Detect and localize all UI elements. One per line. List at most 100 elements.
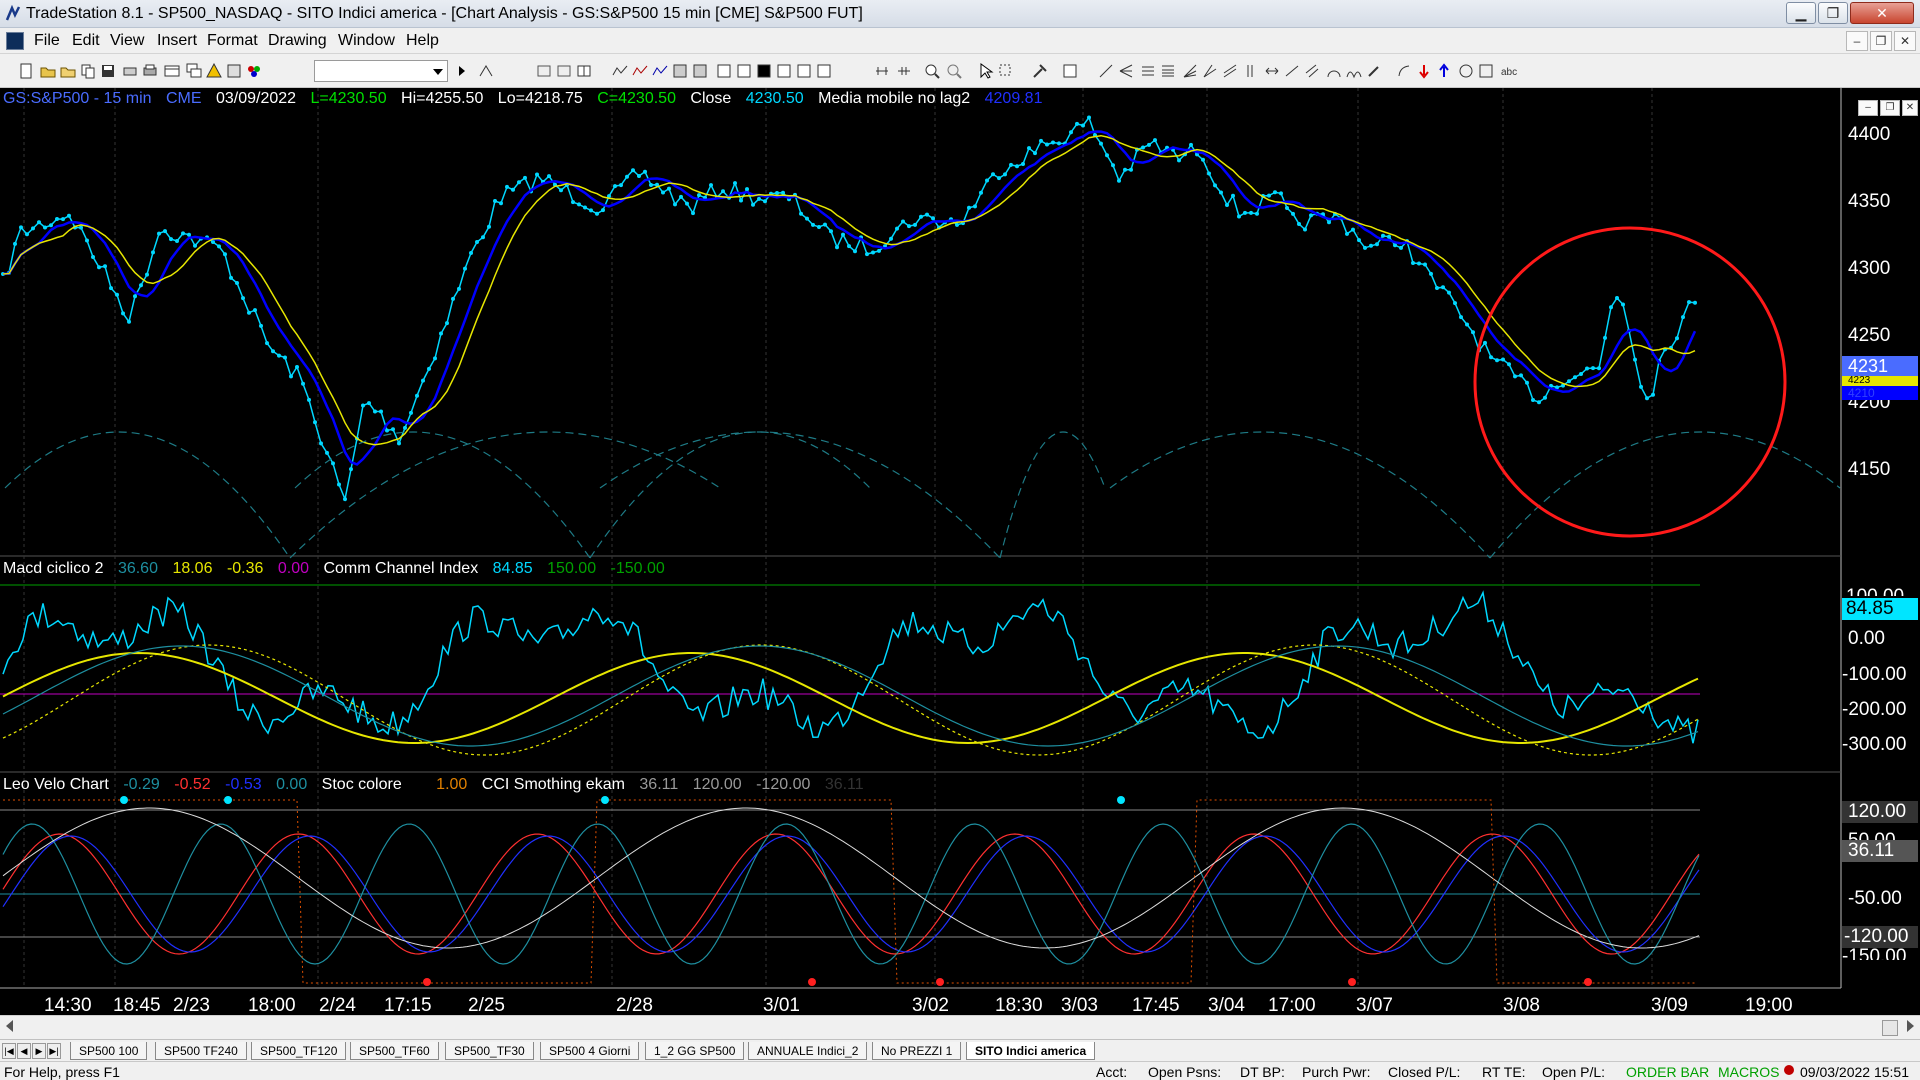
- print-preview-icon[interactable]: [122, 63, 138, 79]
- tab-sp500-tf240[interactable]: SP500 TF240: [155, 1042, 247, 1060]
- scroll-thumb[interactable]: [1882, 1020, 1898, 1036]
- menu-window[interactable]: Window: [338, 32, 395, 50]
- draw-line-icon[interactable]: [1098, 63, 1114, 79]
- vertical-line-icon[interactable]: [1242, 63, 1258, 79]
- drag-select-icon[interactable]: [998, 63, 1014, 79]
- chart-analysis-window[interactable]: GS:S&P500 - 15 min CME 03/09/2022 L=4230…: [0, 88, 1920, 1024]
- pointer-icon[interactable]: [978, 63, 994, 79]
- down-arrow-icon[interactable]: [1416, 63, 1432, 79]
- open-workspace-icon[interactable]: [60, 63, 76, 79]
- scroll-right-icon[interactable]: [1907, 1020, 1914, 1032]
- data-window-icon[interactable]: [716, 63, 732, 79]
- text-tool-icon[interactable]: abc: [1500, 63, 1520, 79]
- auto-drawing-icon[interactable]: [1062, 63, 1078, 79]
- radar-icon[interactable]: [736, 63, 752, 79]
- horizontal-scrollbar[interactable]: [0, 1015, 1920, 1039]
- copy-icon[interactable]: [80, 63, 96, 79]
- format-grid-icon[interactable]: [576, 63, 592, 79]
- horizontal-line-icon[interactable]: [1264, 63, 1280, 79]
- showme-icon[interactable]: [632, 63, 648, 79]
- tab-last-icon[interactable]: ▶|: [47, 1043, 61, 1059]
- menu-edit[interactable]: Edit: [72, 32, 100, 50]
- speed-lines-icon[interactable]: [1182, 63, 1198, 79]
- tab-next-icon[interactable]: ▶: [32, 1043, 46, 1059]
- parallel-lines-icon[interactable]: [1304, 63, 1320, 79]
- draw-pen-icon[interactable]: [1366, 63, 1382, 79]
- paintbar-icon[interactable]: [652, 63, 668, 79]
- menu-format[interactable]: Format: [207, 32, 258, 50]
- mdi-close-button[interactable]: ✕: [1894, 31, 1916, 51]
- bar-spacing-decrease-icon[interactable]: [896, 63, 912, 79]
- news-icon[interactable]: [796, 63, 812, 79]
- tab-sp500-tf60[interactable]: SP500_TF60: [350, 1042, 439, 1060]
- panel-restore-button[interactable]: ❐: [1880, 100, 1900, 116]
- zoom-in-icon[interactable]: [924, 63, 940, 79]
- up-arrow-icon[interactable]: [1436, 63, 1452, 79]
- format-bar-icon[interactable]: [536, 63, 552, 79]
- alert-icon[interactable]: [206, 63, 222, 79]
- tab-annuale-indici[interactable]: ANNUALE Indici_2: [748, 1042, 868, 1060]
- tab-no-prezzi[interactable]: No PREZZI 1: [872, 1042, 962, 1060]
- tab-sito-indici-america[interactable]: SITO Indici america: [966, 1042, 1096, 1060]
- tab-sp500-100[interactable]: SP500 100: [70, 1042, 148, 1060]
- minimize-button[interactable]: ▁: [1786, 2, 1816, 24]
- menu-help[interactable]: Help: [406, 32, 439, 50]
- tools-icon[interactable]: [1032, 63, 1048, 79]
- macros-button[interactable]: MACROS: [1718, 1064, 1779, 1080]
- panel-minimize-button[interactable]: –: [1858, 100, 1878, 116]
- horizontal-lines-icon[interactable]: [1140, 63, 1156, 79]
- window-list-icon[interactable]: [164, 63, 180, 79]
- print-icon[interactable]: [142, 63, 158, 79]
- panel-close-button[interactable]: ✕: [1902, 100, 1918, 116]
- cascade-icon[interactable]: [186, 63, 202, 79]
- insert-symbol-icon[interactable]: [478, 63, 494, 79]
- rectangle-icon[interactable]: [1478, 63, 1494, 79]
- format-text-icon[interactable]: [556, 63, 572, 79]
- fibonacci-arcs-icon[interactable]: [1326, 63, 1342, 79]
- tab-prev-icon[interactable]: ◀: [17, 1043, 31, 1059]
- probability-map-icon[interactable]: [672, 63, 688, 79]
- tab-1-2-gg-sp500[interactable]: 1_2 GG SP500: [645, 1042, 745, 1060]
- tab-first-icon[interactable]: |◀: [2, 1043, 16, 1059]
- mdi-minimize-button[interactable]: –: [1846, 31, 1868, 51]
- symbol-combobox[interactable]: [314, 60, 448, 82]
- menu-file[interactable]: File: [34, 32, 60, 50]
- ellipse-icon[interactable]: [1458, 63, 1474, 79]
- trendline-icon[interactable]: [1284, 63, 1300, 79]
- andrews-pitchfork-icon[interactable]: [1118, 63, 1134, 79]
- price-marker: [1579, 372, 1583, 376]
- order-bar-button[interactable]: ORDER BAR: [1626, 1064, 1709, 1080]
- menu-drawing[interactable]: Drawing: [268, 32, 327, 50]
- bar-spacing-increase-icon[interactable]: [874, 63, 890, 79]
- new-icon[interactable]: [18, 63, 34, 79]
- chart-icon[interactable]: [756, 63, 772, 79]
- zoom-out-icon[interactable]: [946, 63, 962, 79]
- close-button[interactable]: ✕: [1850, 2, 1914, 24]
- indicator-icon[interactable]: [612, 63, 628, 79]
- open-icon[interactable]: [40, 63, 56, 79]
- scroll-left-icon[interactable]: [6, 1020, 13, 1032]
- arc-icon[interactable]: [1396, 63, 1412, 79]
- quote-icon[interactable]: [776, 63, 792, 79]
- chevron-down-icon[interactable]: [433, 69, 443, 75]
- fibonacci-icon[interactable]: [1160, 63, 1176, 79]
- strategy-icon[interactable]: [246, 63, 262, 79]
- cycle-lines-icon[interactable]: [1346, 63, 1362, 79]
- regression-channel-icon[interactable]: [1222, 63, 1238, 79]
- tab-sp500-tf30[interactable]: SP500_TF30: [445, 1042, 534, 1060]
- tab-sp500-4-giorni[interactable]: SP500 4 Giorni: [540, 1042, 640, 1060]
- menu-insert[interactable]: Insert: [157, 32, 197, 50]
- play-arrow-icon[interactable]: [454, 63, 470, 79]
- chart-canvas[interactable]: [0, 88, 1920, 1024]
- price-marker: [967, 205, 971, 210]
- chart-window-icon[interactable]: [6, 32, 24, 50]
- mdi-restore-button[interactable]: ❐: [1870, 31, 1892, 51]
- macro-icon[interactable]: [226, 63, 242, 79]
- tab-sp500-tf120[interactable]: SP500_TF120: [251, 1042, 347, 1060]
- maximize-button[interactable]: ❐: [1818, 2, 1848, 24]
- activity-bar-icon[interactable]: [692, 63, 708, 79]
- gann-fan-icon[interactable]: [1202, 63, 1218, 79]
- scanner-icon[interactable]: [816, 63, 832, 79]
- menu-view[interactable]: View: [110, 32, 144, 50]
- save-icon[interactable]: [100, 63, 116, 79]
